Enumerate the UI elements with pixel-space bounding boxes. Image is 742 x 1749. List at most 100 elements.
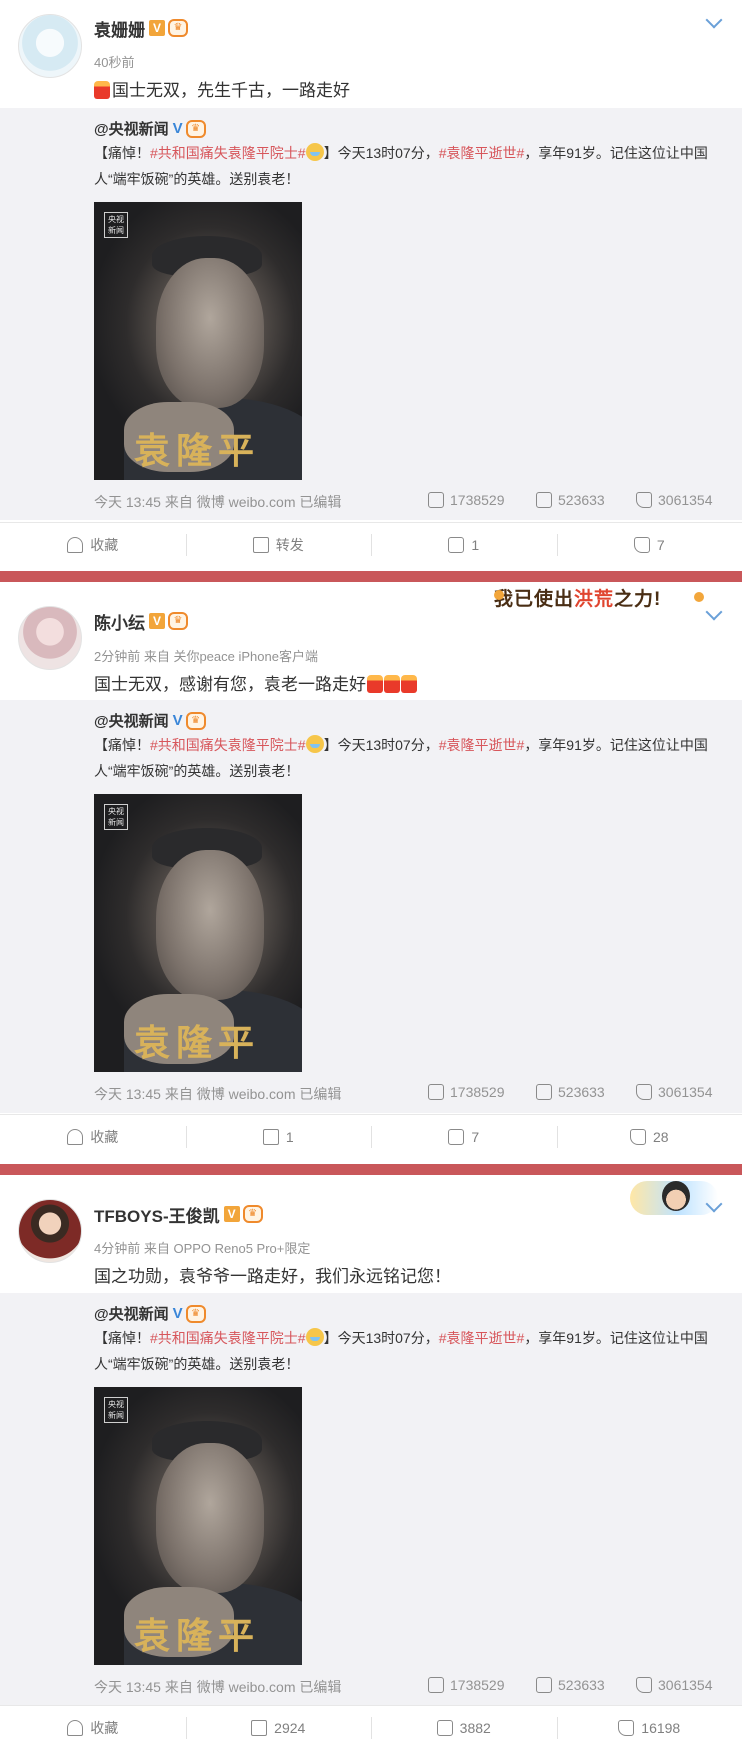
crown-badge-icon: ♛ — [242, 1205, 263, 1223]
repost-icon — [428, 492, 444, 508]
comment-icon — [436, 1719, 453, 1736]
repost-button[interactable]: 2924 — [185, 1706, 372, 1749]
post-divider — [0, 571, 742, 582]
repost-author-row: @央视新闻 V ♛ — [94, 1303, 206, 1324]
like-icon — [636, 492, 652, 508]
like-count[interactable]: 3061354 — [636, 492, 713, 508]
verified-icon: V — [172, 1305, 183, 1322]
crown-badge-icon: ♛ — [185, 119, 206, 138]
author-avatar[interactable] — [18, 14, 82, 78]
favorite-button[interactable]: 收藏 — [0, 523, 186, 566]
author-avatar[interactable] — [18, 606, 82, 670]
vip-badge-icon: V — [149, 20, 165, 36]
cry-emoji-icon — [305, 1328, 324, 1346]
author-name[interactable]: TFBOYS-王俊凯 — [94, 1202, 220, 1227]
photo-caption: 袁隆平 — [134, 1022, 261, 1064]
repost-author-name[interactable]: @央视新闻 — [94, 118, 169, 139]
decoration-dot — [494, 590, 504, 600]
comment-count[interactable]: 523633 — [536, 1677, 605, 1693]
crown-badge-icon: ♛ — [168, 19, 188, 37]
like-count[interactable]: 3061354 — [636, 1677, 713, 1693]
post-text: 国士无双，感谢有您，袁老一路走好 — [94, 670, 417, 695]
author-row: TFBOYS-王俊凯 V ♛ — [94, 1202, 263, 1226]
like-button[interactable]: 7 — [556, 523, 742, 566]
repost-icon — [252, 536, 269, 553]
card-decoration: 我已使出洪荒之力! — [494, 589, 662, 610]
cry-emoji-icon — [305, 735, 324, 753]
cctv-logo: 央视新闻 — [104, 212, 128, 238]
comment-count[interactable]: 523633 — [536, 492, 605, 508]
repost-author-row: @央视新闻 V ♛ — [94, 118, 206, 139]
favorite-icon — [67, 1719, 84, 1736]
chevron-down-icon[interactable] — [705, 603, 723, 621]
comment-count[interactable]: 523633 — [536, 1084, 605, 1100]
repost-icon — [428, 1677, 444, 1693]
post-card-1: 袁姗姗 V ♛ 40秒前 国士无双，先生千古，一路走好 @央视新闻 V ♛ 【痛… — [0, 0, 742, 571]
repost-author-name[interactable]: @央视新闻 — [94, 1303, 169, 1324]
action-bar: 收藏 2924 3882 16198 — [0, 1705, 742, 1749]
verified-icon: V — [172, 712, 183, 729]
author-name[interactable]: 袁姗姗 — [94, 16, 145, 41]
comment-icon — [448, 536, 465, 553]
hashtag-link[interactable]: #共和国痛失袁隆平院士# — [150, 1330, 306, 1346]
repost-icon — [428, 1084, 444, 1100]
hashtag-link[interactable]: #袁隆平逝世# — [439, 737, 525, 753]
repost-button[interactable]: 转发 — [185, 523, 372, 566]
hashtag-link[interactable]: #共和国痛失袁隆平院士# — [150, 145, 306, 161]
cctv-logo: 央视新闻 — [104, 804, 128, 830]
like-button[interactable]: 28 — [556, 1115, 742, 1158]
action-bar: 收藏 1 7 28 — [0, 1114, 742, 1158]
verified-icon: V — [172, 120, 183, 137]
repost-block[interactable]: @央视新闻 V ♛ 【痛悼！#共和国痛失袁隆平院士# 】今天13时07分，#袁隆平… — [0, 700, 742, 1113]
repost-text: 【痛悼！#共和国痛失袁隆平院士# 】今天13时07分，#袁隆平逝世#，享年91岁。… — [94, 1328, 708, 1372]
vip-badge-icon: V — [223, 1206, 240, 1222]
favorite-icon — [67, 536, 84, 553]
repost-time-source: 今天 13:45 来自 微博 weibo.com 已编辑 — [94, 494, 342, 510]
comment-button[interactable]: 1 — [371, 523, 557, 566]
action-bar: 收藏 转发 1 7 — [0, 522, 742, 566]
repost-time-source: 今天 13:45 来自 微博 weibo.com 已编辑 — [94, 1086, 342, 1102]
repost-photo[interactable]: 央视新闻 袁隆平 — [94, 1387, 302, 1665]
like-icon — [636, 1677, 652, 1693]
repost-block[interactable]: @央视新闻 V ♛ 【痛悼！#共和国痛失袁隆平院士# 】今天13时07分，#袁隆平… — [0, 1293, 742, 1705]
chevron-down-icon[interactable] — [705, 11, 723, 29]
author-row: 袁姗姗 V ♛ — [94, 16, 188, 40]
repost-count[interactable]: 1738529 — [428, 1677, 505, 1693]
comment-icon — [448, 1128, 465, 1145]
favorite-button[interactable]: 收藏 — [0, 1706, 186, 1749]
repost-photo[interactable]: 央视新闻 袁隆平 — [94, 794, 302, 1072]
repost-block[interactable]: @央视新闻 V ♛ 【痛悼！#共和国痛失袁隆平院士# 】今天13时07分，#袁隆平… — [0, 108, 742, 520]
like-count[interactable]: 3061354 — [636, 1084, 713, 1100]
repost-icon — [262, 1128, 279, 1145]
repost-icon — [251, 1719, 268, 1736]
repost-text: 【痛悼！#共和国痛失袁隆平院士# 】今天13时07分，#袁隆平逝世#，享年91岁。… — [94, 143, 708, 187]
comment-button[interactable]: 3882 — [371, 1706, 557, 1749]
author-avatar[interactable] — [18, 1199, 82, 1263]
author-name[interactable]: 陈小纭 — [94, 609, 145, 634]
repost-photo[interactable]: 央视新闻 袁隆平 — [94, 202, 302, 480]
repost-count[interactable]: 1738529 — [428, 1084, 505, 1100]
repost-author-name[interactable]: @央视新闻 — [94, 710, 169, 731]
crown-badge-icon: ♛ — [185, 1304, 206, 1323]
like-button[interactable]: 16198 — [556, 1706, 742, 1749]
post-text: 国士无双，先生千古，一路走好 — [94, 76, 350, 101]
vip-badge-icon: V — [149, 613, 165, 629]
card-decoration-avatar — [662, 1181, 690, 1211]
like-icon — [633, 536, 650, 553]
author-row: 陈小纭 V ♛ — [94, 609, 188, 633]
cry-emoji-icon — [305, 143, 324, 161]
photo-caption: 袁隆平 — [134, 430, 261, 472]
hashtag-link[interactable]: #袁隆平逝世# — [439, 145, 525, 161]
repost-count[interactable]: 1738529 — [428, 492, 505, 508]
post-meta: 2分钟前 来自 关你peace iPhone客户端 — [94, 649, 318, 664]
candle-icon — [401, 675, 417, 693]
comment-icon — [536, 1677, 552, 1693]
candle-icon — [94, 81, 110, 99]
hashtag-link[interactable]: #袁隆平逝世# — [439, 1330, 525, 1346]
favorite-button[interactable]: 收藏 — [0, 1115, 186, 1158]
comment-button[interactable]: 7 — [371, 1115, 557, 1158]
like-icon — [618, 1719, 635, 1736]
post-meta: 40秒前 — [94, 55, 135, 70]
hashtag-link[interactable]: #共和国痛失袁隆平院士# — [150, 737, 306, 753]
repost-button[interactable]: 1 — [185, 1115, 372, 1158]
